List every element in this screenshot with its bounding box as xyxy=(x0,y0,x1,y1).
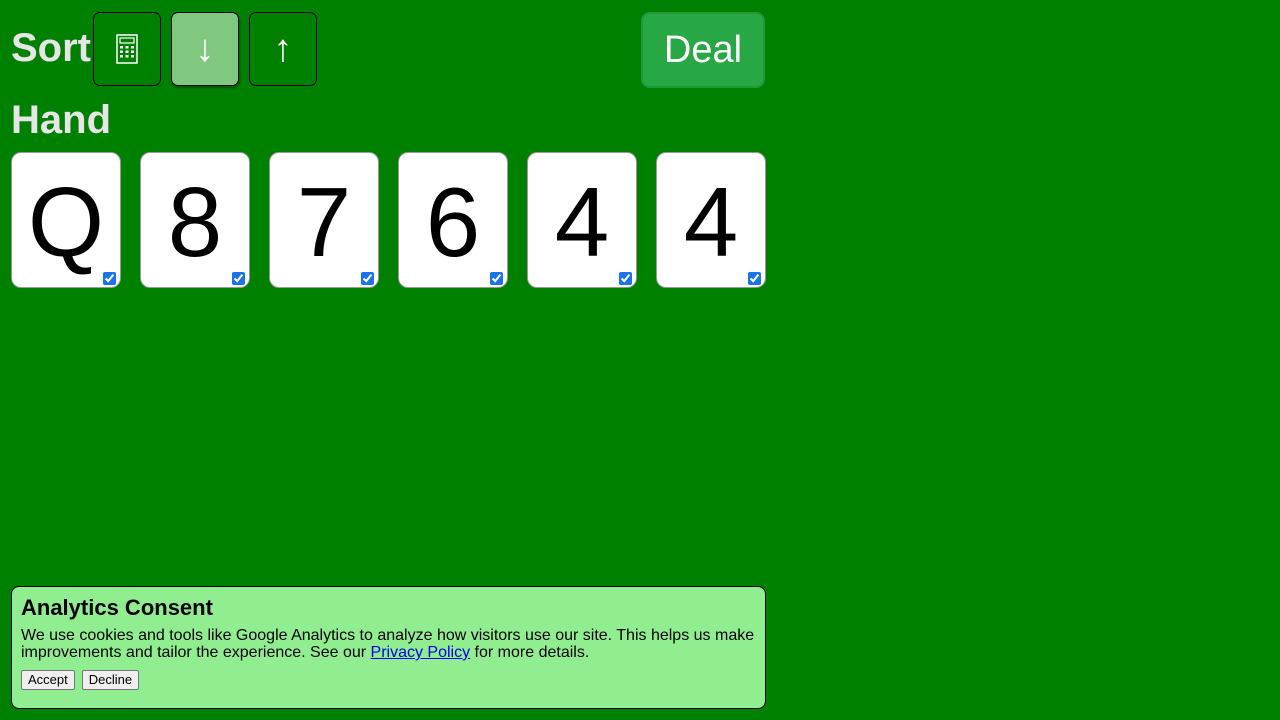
sort-descending-button[interactable]: ↓ xyxy=(171,12,239,86)
card[interactable]: 4 xyxy=(527,152,637,288)
privacy-policy-link[interactable]: Privacy Policy xyxy=(371,644,471,661)
calculator-icon xyxy=(116,34,138,64)
card[interactable]: 8 xyxy=(140,152,250,288)
card[interactable]: 6 xyxy=(398,152,508,288)
card-rank: 6 xyxy=(425,167,481,277)
card-rank: Q xyxy=(27,167,105,277)
card[interactable]: Q xyxy=(11,152,121,288)
consent-text-after: for more details. xyxy=(470,644,590,661)
card-select-checkbox[interactable] xyxy=(619,272,632,285)
consent-title: Analytics Consent xyxy=(21,595,213,620)
card-rank: 8 xyxy=(167,167,223,277)
arrow-up-icon: ↑ xyxy=(273,27,293,70)
card[interactable]: 4 xyxy=(656,152,766,288)
card[interactable]: 7 xyxy=(269,152,379,288)
accept-button[interactable]: Accept xyxy=(21,670,75,690)
app-root: Sort ↓ ↑ Deal Hand Q 8 7 6 4 4 Analytics… xyxy=(0,0,1280,720)
consent-text: We use cookies and tools like Google Ana… xyxy=(21,627,756,661)
card-select-checkbox[interactable] xyxy=(103,272,116,285)
analytics-consent-banner: Analytics Consent We use cookies and too… xyxy=(11,586,766,709)
card-select-checkbox[interactable] xyxy=(232,272,245,285)
card-rank: 4 xyxy=(554,167,610,277)
sort-ascending-button[interactable]: ↑ xyxy=(249,12,317,86)
card-rank: 4 xyxy=(683,167,739,277)
sort-title: Sort xyxy=(11,26,91,70)
deal-button[interactable]: Deal xyxy=(641,12,765,88)
sort-toolbar: Sort ↓ ↑ Deal xyxy=(11,12,766,88)
card-select-checkbox[interactable] xyxy=(748,272,761,285)
arrow-down-icon: ↓ xyxy=(195,27,215,70)
consent-buttons: Accept Decline xyxy=(21,670,756,690)
hand-title: Hand xyxy=(11,98,111,142)
card-select-checkbox[interactable] xyxy=(490,272,503,285)
decline-button[interactable]: Decline xyxy=(81,670,140,690)
card-rank: 7 xyxy=(296,167,352,277)
card-select-checkbox[interactable] xyxy=(361,272,374,285)
hand-cards: Q 8 7 6 4 4 xyxy=(11,152,771,288)
sort-calculator-button[interactable] xyxy=(93,12,161,86)
